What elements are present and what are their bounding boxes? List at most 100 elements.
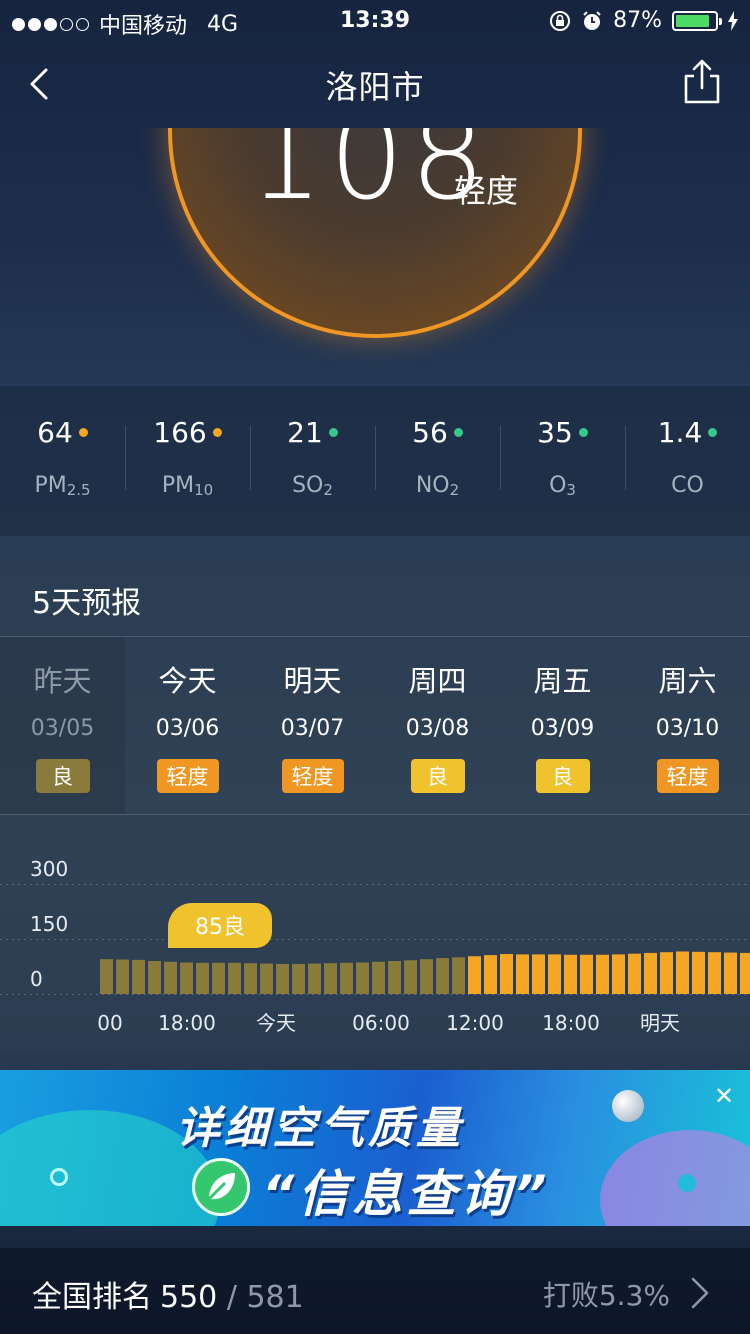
pollutant-item[interactable]: 56 NO2 [375, 416, 500, 499]
pollutant-item[interactable]: 35 O3 [500, 416, 625, 499]
chart-bar[interactable] [420, 959, 433, 994]
day-date: 03/06 [155, 716, 220, 741]
pollutant-subscript: 10 [194, 481, 214, 499]
pollutant-name-text: O [549, 473, 567, 498]
x-tick-label: 明天 [640, 1011, 680, 1035]
ad-banner[interactable]: 详细空气质量 “信息查询” ✕ [0, 1070, 750, 1226]
ranking-label: 全国排名 550 / 581 [32, 1272, 304, 1316]
day-date: 03/09 [530, 716, 595, 741]
chart-bar[interactable] [340, 962, 353, 994]
chart-bar[interactable] [356, 962, 369, 994]
status-dot [212, 428, 222, 437]
chart-bar[interactable] [276, 963, 289, 994]
pollutant-value: 56 [412, 416, 448, 449]
status-bar: 中国移动 4G 13:39 87% [0, 0, 750, 40]
chart-bar[interactable] [644, 952, 657, 994]
pollutant-item[interactable]: 166 PM10 [125, 416, 250, 499]
pollutant-value: 166 [153, 416, 207, 449]
chart-bar[interactable] [196, 962, 209, 994]
national-ranking-row[interactable]: 全国排名 550 / 581 打败5.3% [0, 1248, 750, 1334]
aqi-level-badge: 轻度 [156, 759, 219, 793]
charging-bolt-icon [728, 10, 738, 31]
forecast-title: 5天预报 [32, 586, 142, 621]
ranking-separator: / [226, 1280, 237, 1315]
pollutant-item[interactable]: 1.4 CO [625, 416, 750, 498]
forecast-day[interactable]: 周六 03/10 轻度 [625, 658, 750, 793]
pollutant-item[interactable]: 21 SO2 [250, 416, 375, 499]
tooltip-text: 85良 [195, 915, 245, 940]
pollutant-panel[interactable]: 64 PM2.5 166 PM10 21 SO2 56 NO2 35 O3 1.4 CO [0, 386, 750, 536]
chart-bar[interactable] [180, 962, 193, 994]
pollutant-divider [250, 426, 251, 490]
chart-bar[interactable] [692, 951, 705, 994]
chart-bar[interactable] [244, 963, 257, 994]
ranking-title: 全国排名 [32, 1280, 152, 1315]
forecast-day[interactable]: 周四 03/08 良 [375, 658, 500, 793]
chart-bar[interactable] [148, 961, 161, 994]
pollutant-name-text: CO [671, 473, 704, 498]
chart-bar[interactable] [388, 961, 401, 994]
chart-bar[interactable] [372, 961, 385, 994]
aqi-level-badge: 轻度 [656, 759, 719, 793]
chart-bar[interactable] [468, 956, 481, 994]
x-tick-label: 18:00 [158, 1011, 216, 1035]
share-button[interactable] [682, 58, 722, 104]
x-tick-label: 06:00 [352, 1011, 410, 1035]
chart-bar[interactable] [548, 954, 561, 994]
forecast-day[interactable]: 昨天 03/05 良 [0, 658, 125, 793]
pollutant-name: SO2 [250, 473, 375, 499]
pollutant-name-text: NO [415, 473, 450, 498]
chart-bar[interactable] [436, 958, 449, 994]
chart-bar[interactable] [404, 960, 417, 994]
chart-bar[interactable] [628, 953, 641, 994]
chart-bar[interactable] [740, 952, 750, 994]
chart-bar[interactable] [676, 951, 689, 994]
chart-bar[interactable] [292, 963, 305, 994]
forecast-day[interactable]: 今天 03/06 轻度 [125, 658, 250, 793]
forecast-day[interactable]: 周五 03/09 良 [500, 658, 625, 793]
chart-bar[interactable] [500, 954, 513, 994]
chart-bar[interactable] [484, 955, 497, 994]
pollutant-divider [500, 426, 501, 490]
aqi-level-badge: 良 [35, 759, 90, 793]
chart-bar[interactable] [708, 952, 721, 994]
chart-bar[interactable] [580, 954, 593, 994]
pollutant-divider [375, 426, 376, 490]
chart-bar[interactable] [596, 954, 609, 994]
pollutant-name: NO2 [375, 473, 500, 499]
day-name: 周六 [658, 664, 717, 698]
divider [0, 814, 750, 815]
status-dot [453, 428, 463, 437]
chart-bar[interactable] [612, 954, 625, 994]
pollutant-name-text: PM [34, 473, 67, 498]
pollutant-item[interactable]: 64 PM2.5 [0, 416, 125, 499]
chart-bar[interactable] [228, 962, 241, 994]
chart-bar[interactable] [164, 961, 177, 994]
chart-bar[interactable] [516, 954, 529, 994]
aqi-gauge: 108 轻度 [0, 128, 750, 384]
chart-bar[interactable] [308, 963, 321, 994]
chart-bar[interactable] [132, 959, 145, 994]
alarm-icon [583, 10, 601, 30]
chart-bar[interactable] [452, 957, 465, 994]
chart-bar[interactable] [564, 954, 577, 994]
chevron-right-icon [691, 1277, 709, 1309]
chart-bar[interactable] [260, 963, 273, 994]
forecast-day[interactable]: 明天 03/07 轻度 [250, 658, 375, 793]
chart-bar[interactable] [100, 959, 113, 994]
battery-icon [672, 10, 722, 31]
close-ad-button[interactable]: ✕ [706, 1078, 742, 1114]
chart-bar[interactable] [324, 963, 337, 994]
chart-bar[interactable] [212, 962, 225, 994]
aqi-hourly-chart[interactable]: 300 150 0 85良 00 18:00 今天 06:00 12:00 18:00 明天 [0, 846, 750, 1046]
pollutant-name: PM10 [125, 473, 250, 499]
chart-bar[interactable] [116, 959, 129, 994]
pollutant-value: 1.4 [657, 416, 703, 449]
ad-decoration [612, 1090, 644, 1122]
day-date: 03/08 [405, 716, 470, 741]
chart-bar[interactable] [532, 954, 545, 994]
chart-bar[interactable] [724, 952, 737, 994]
day-name: 明天 [283, 664, 342, 698]
ad-headline: 详细空气质量 [176, 1103, 464, 1154]
chart-bar[interactable] [660, 952, 673, 994]
